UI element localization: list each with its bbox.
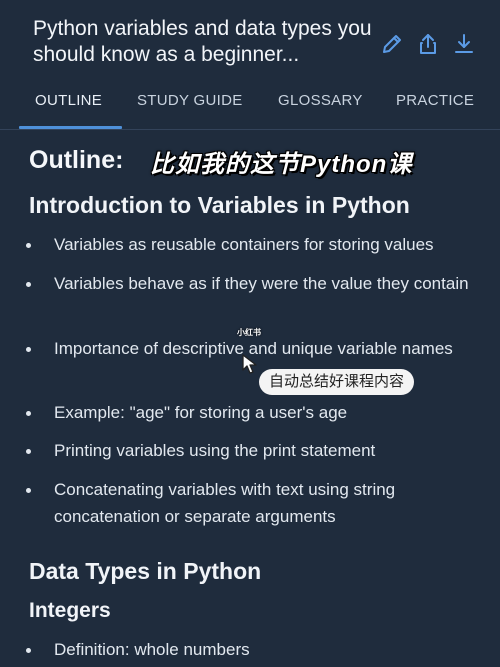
subheading-integers: Integers <box>29 599 111 622</box>
cursor-icon <box>242 354 257 374</box>
edit-icon[interactable] <box>378 30 406 58</box>
watermark-brand: 小红书 <box>237 328 261 337</box>
share-icon[interactable] <box>414 30 442 58</box>
tab-glossary[interactable]: GLOSSARY <box>278 92 363 109</box>
bullet-dot <box>26 411 31 416</box>
bullet-dot <box>26 243 31 248</box>
bullet-dot <box>26 347 31 352</box>
overlay-caption: 比如我的这节Python课 <box>150 151 413 178</box>
outline-label: Outline: <box>29 146 124 174</box>
section-heading-data-types: Data Types in Python <box>29 558 262 584</box>
bullet-dot <box>26 488 31 493</box>
tab-study-guide[interactable]: STUDY GUIDE <box>137 92 243 109</box>
summary-pill: 自动总结好课程内容 <box>259 369 415 395</box>
download-icon[interactable] <box>450 30 478 58</box>
bullet-dot <box>26 648 31 653</box>
tab-outline[interactable]: OUTLINE <box>35 92 102 109</box>
bullet-dot <box>26 449 31 454</box>
section-heading-variables: Introduction to Variables in Python <box>29 192 410 218</box>
header: Python variables and data types you shou… <box>0 0 500 78</box>
app-screen: Python variables and data types you shou… <box>0 0 500 667</box>
tab-bar: OUTLINE STUDY GUIDE GLOSSARY PRACTICE <box>0 78 500 130</box>
bullet-dot <box>26 282 31 287</box>
active-tab-indicator <box>19 126 122 129</box>
document-title: Python variables and data types you shou… <box>33 17 372 66</box>
tab-practice[interactable]: PRACTICE <box>396 92 474 109</box>
